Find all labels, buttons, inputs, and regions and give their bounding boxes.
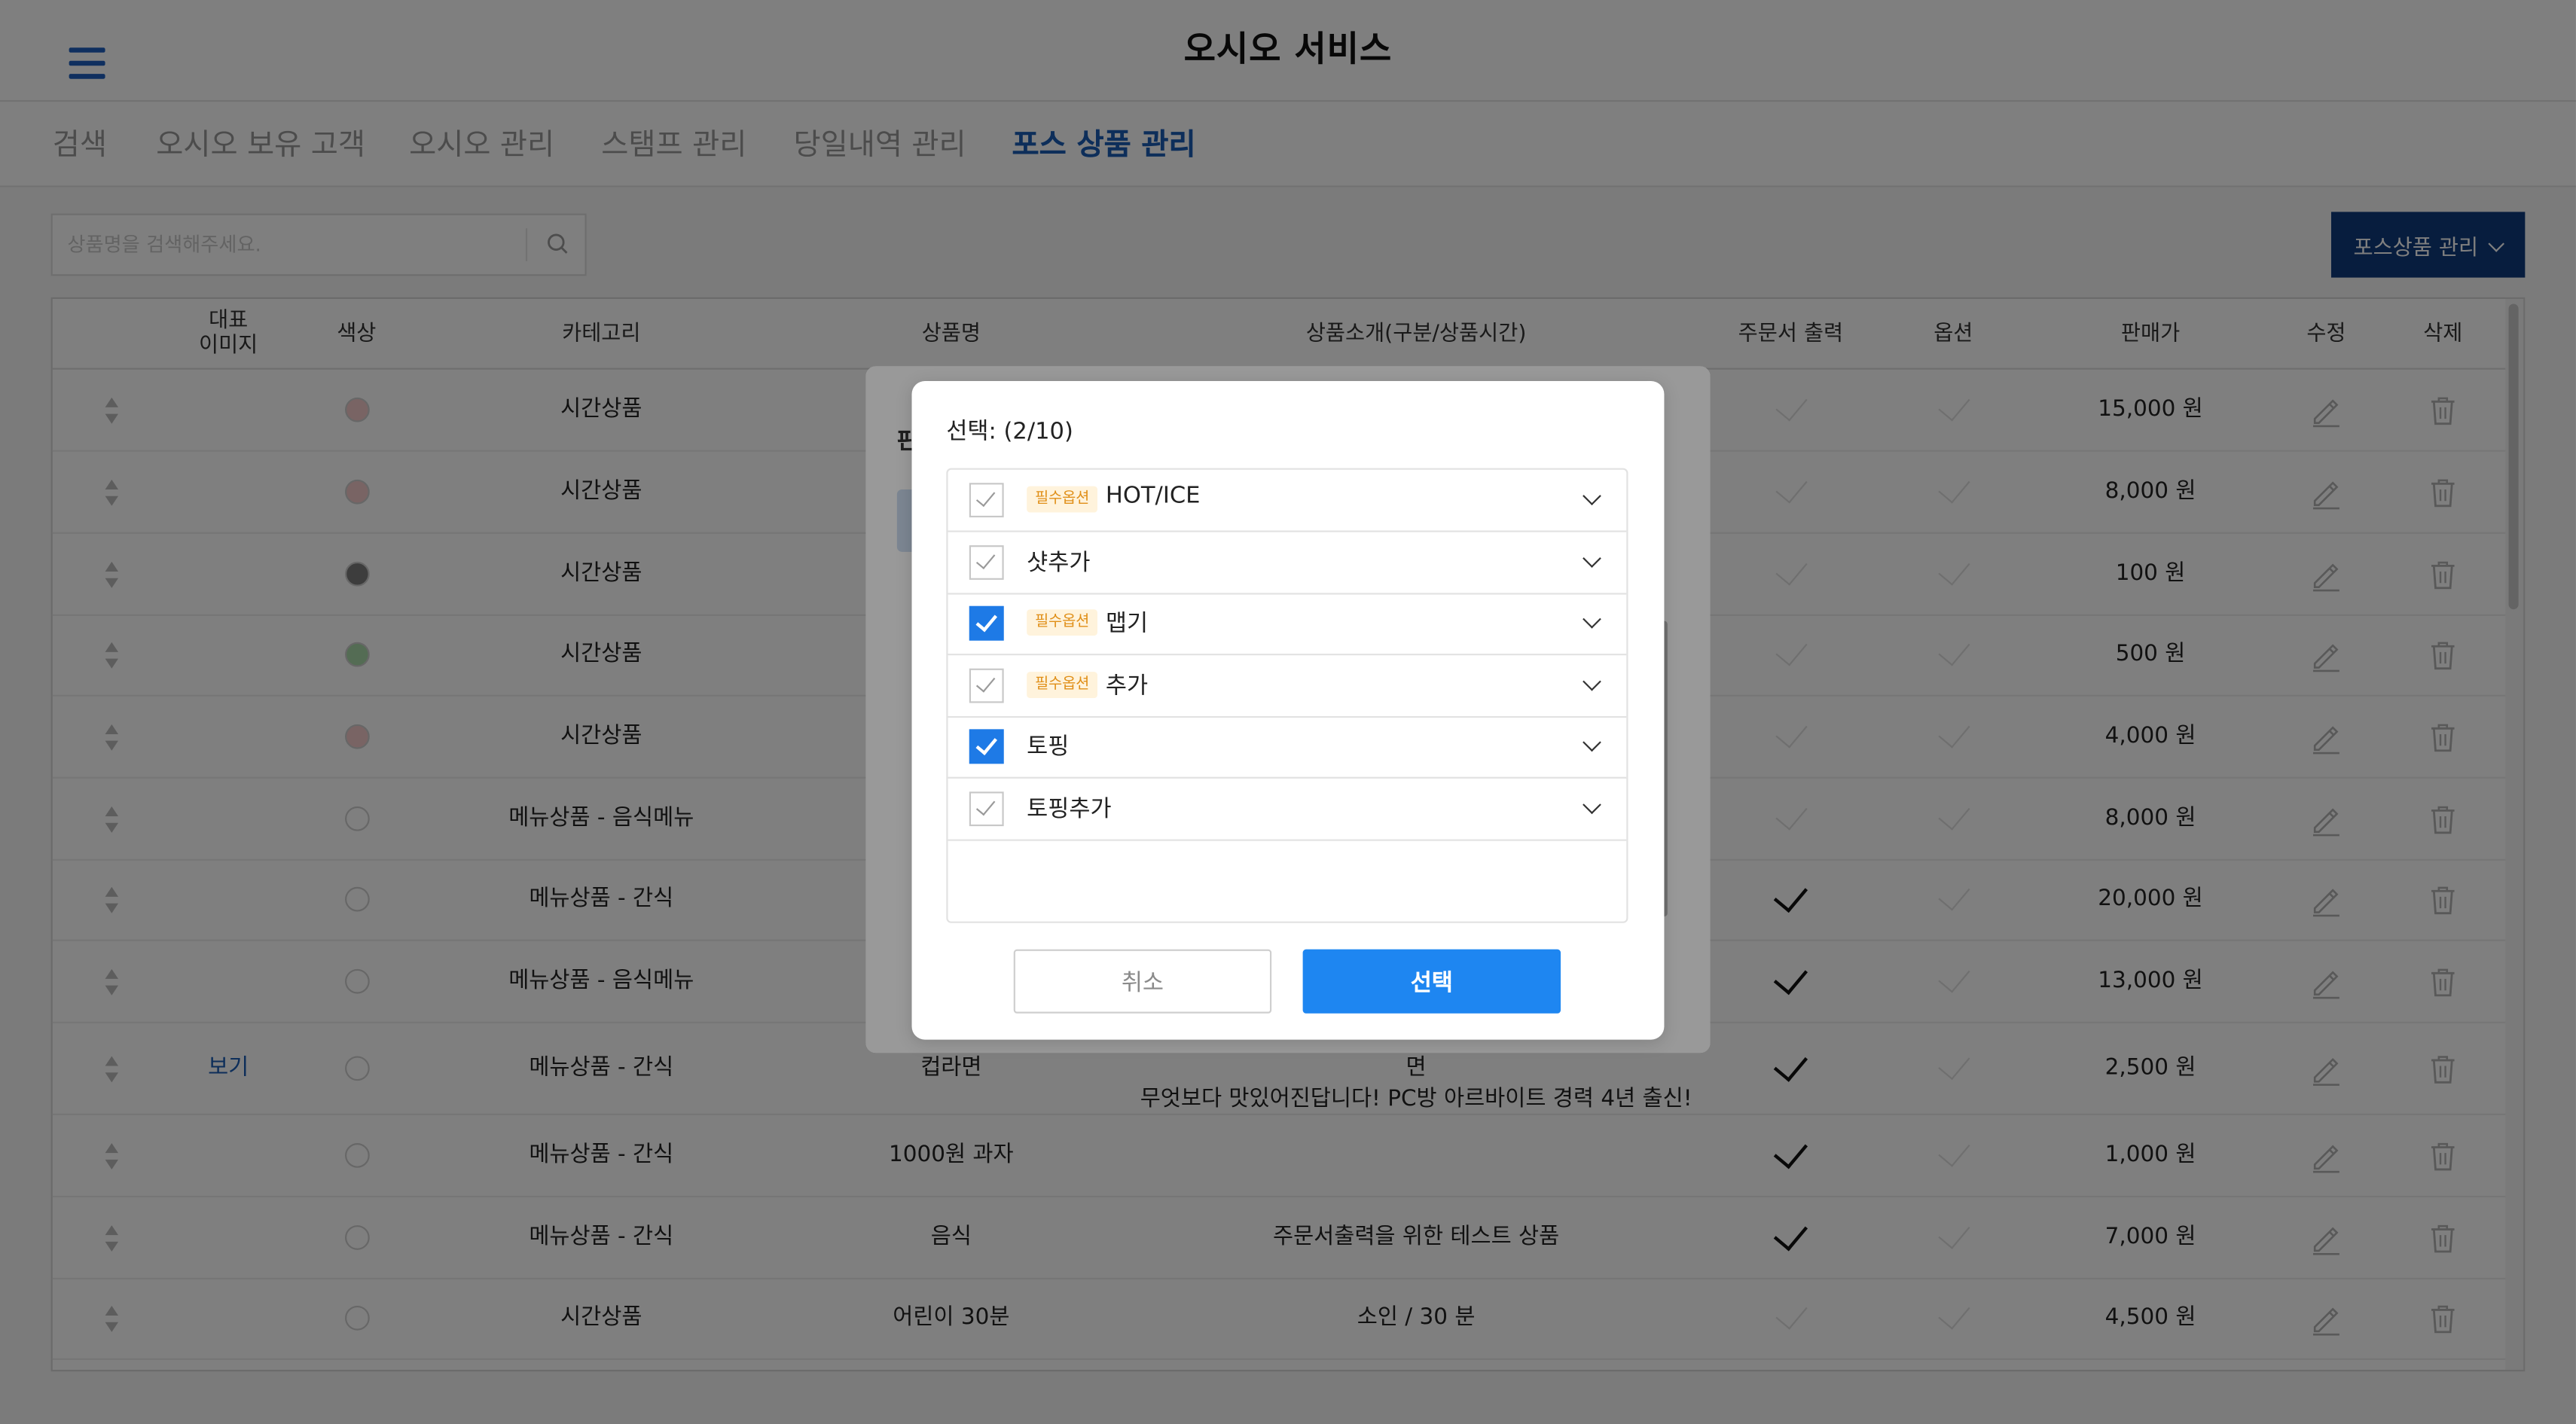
option-item[interactable]: 토핑추가: [948, 778, 1627, 840]
chevron-down-icon[interactable]: [1583, 794, 1601, 813]
option-item[interactable]: 샷추가: [948, 532, 1627, 594]
option-label: 샷추가: [1027, 549, 1091, 576]
chevron-down-icon[interactable]: [1583, 609, 1601, 629]
option-checkbox[interactable]: [969, 729, 1004, 764]
option-select-modal: 선택: (2/10) 필수옵션 HOT/ICE 샷추가 필수옵션 맵기 필수옵션 추가 토핑 토…: [911, 381, 1665, 1040]
option-checkbox[interactable]: [969, 667, 1004, 703]
chevron-down-icon[interactable]: [1583, 733, 1601, 752]
option-checkbox[interactable]: [969, 544, 1004, 579]
option-item[interactable]: 토핑: [948, 716, 1627, 779]
check-icon: [975, 548, 996, 569]
check-icon: [975, 486, 996, 508]
chevron-down-icon[interactable]: [1583, 671, 1601, 691]
required-badge: 필수옵션: [1027, 609, 1098, 636]
option-label: 추가: [1105, 672, 1149, 700]
option-label: 맵기: [1105, 611, 1149, 638]
option-label: 토핑추가: [1027, 795, 1112, 822]
check-icon: [975, 609, 998, 633]
option-list: 필수옵션 HOT/ICE 샷추가 필수옵션 맵기 필수옵션 추가 토핑 토핑추가: [946, 468, 1628, 923]
check-icon: [975, 794, 996, 816]
chevron-down-icon[interactable]: [1583, 548, 1601, 567]
cancel-button[interactable]: 취소: [1013, 949, 1272, 1014]
option-checkbox[interactable]: [969, 605, 1004, 641]
modal-title: 선택: (2/10): [946, 419, 1073, 446]
check-icon: [975, 671, 996, 692]
check-icon: [975, 733, 998, 755]
option-item[interactable]: 필수옵션 추가: [948, 654, 1627, 718]
option-label: 토핑: [1027, 733, 1070, 761]
option-item[interactable]: 필수옵션 맵기: [948, 593, 1627, 656]
option-item[interactable]: 필수옵션 HOT/ICE: [948, 470, 1627, 532]
option-checkbox[interactable]: [969, 791, 1004, 826]
option-label: HOT/ICE: [1105, 483, 1201, 510]
required-badge: 필수옵션: [1027, 670, 1098, 697]
option-checkbox[interactable]: [969, 483, 1004, 518]
select-button[interactable]: 선택: [1302, 949, 1561, 1014]
required-badge: 필수옵션: [1027, 486, 1098, 513]
chevron-down-icon[interactable]: [1583, 486, 1601, 506]
